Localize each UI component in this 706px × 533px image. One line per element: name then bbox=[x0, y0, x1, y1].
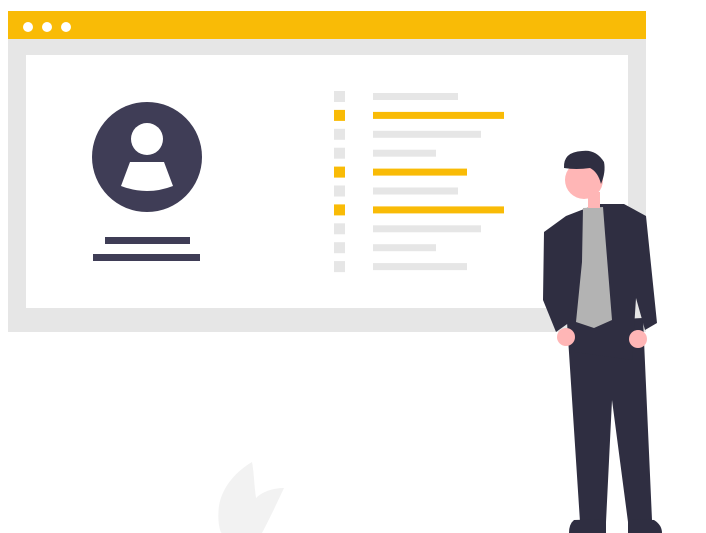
list-item-checkbox-icon[interactable] bbox=[334, 223, 345, 235]
list-item-text-line bbox=[373, 263, 467, 271]
list-item-text-line bbox=[373, 130, 481, 138]
man-right-hand bbox=[629, 330, 647, 348]
avatar-body-shape bbox=[121, 162, 173, 191]
list-item-checkbox-icon[interactable] bbox=[334, 128, 345, 140]
list-item-text-line bbox=[373, 244, 436, 252]
profile-card bbox=[92, 102, 202, 261]
browser-title-bar bbox=[8, 11, 646, 39]
list-item-checkbox-icon[interactable] bbox=[334, 166, 345, 178]
window-dot-3-icon[interactable] bbox=[61, 22, 71, 32]
list-item-checkbox-icon[interactable] bbox=[334, 109, 345, 121]
list-item-text-line bbox=[373, 93, 458, 100]
man-right-shoe bbox=[628, 519, 662, 533]
list-item-checkbox-icon[interactable] bbox=[334, 91, 345, 102]
avatar-head-shape bbox=[131, 123, 163, 155]
list-item-text-line bbox=[373, 168, 467, 176]
list-item-text-line bbox=[373, 225, 481, 233]
window-dot-1-icon[interactable] bbox=[23, 22, 33, 32]
profile-detail-line bbox=[93, 254, 200, 261]
list-item-checkbox-icon[interactable] bbox=[334, 204, 345, 216]
list-item-text-line bbox=[373, 149, 436, 157]
man-left-hand bbox=[557, 328, 575, 346]
window-controls bbox=[23, 22, 71, 32]
user-avatar-icon[interactable] bbox=[92, 102, 202, 212]
list-item-checkbox-icon[interactable] bbox=[334, 147, 345, 159]
list-item-checkbox-icon[interactable] bbox=[334, 242, 345, 254]
list-item-text-line bbox=[373, 206, 504, 214]
list-item-checkbox-icon[interactable] bbox=[334, 261, 345, 273]
profile-name-line bbox=[105, 237, 190, 244]
man-left-shoe bbox=[569, 519, 606, 533]
window-dot-2-icon[interactable] bbox=[42, 22, 52, 32]
illustration-scene bbox=[8, 11, 662, 533]
leaf-plant-illustration bbox=[218, 462, 284, 533]
list-item-checkbox-icon[interactable] bbox=[334, 185, 345, 197]
list-item-text-line bbox=[373, 111, 504, 119]
list-item-text-line bbox=[373, 187, 458, 195]
